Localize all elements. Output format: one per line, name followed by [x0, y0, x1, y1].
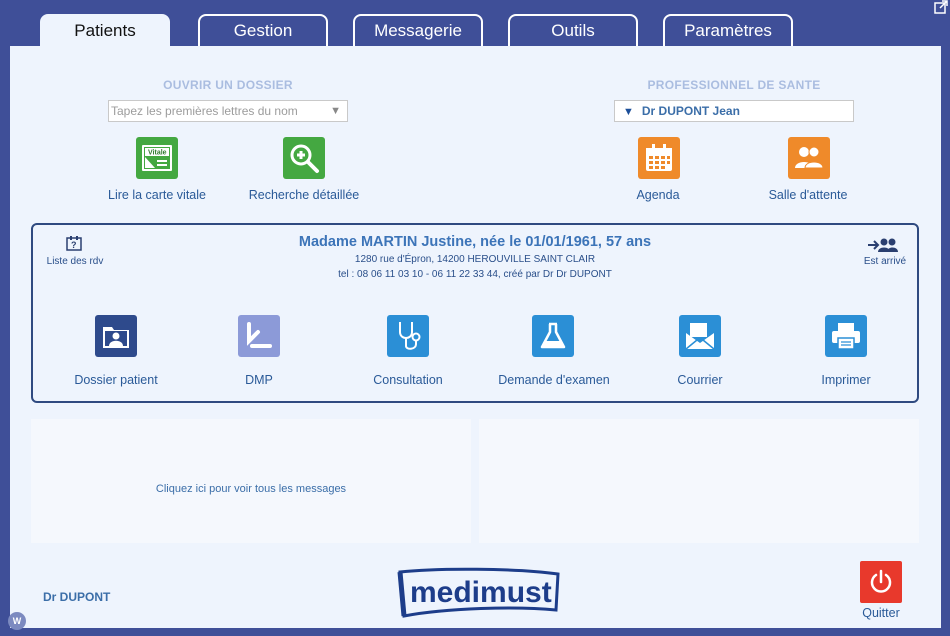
read-vitale-label[interactable]: Lire la carte vitale: [92, 188, 222, 202]
tab-parametres[interactable]: Paramètres: [663, 14, 793, 47]
current-patient-card: ? Liste des rdv Madame MARTIN Justine, n…: [31, 223, 919, 403]
exam-request-label[interactable]: Demande d'examen: [483, 373, 625, 387]
patient-file-label[interactable]: Dossier patient: [55, 373, 177, 387]
consultation-label[interactable]: Consultation: [348, 373, 468, 387]
logo-text: medimust: [410, 576, 552, 609]
dmp-icon[interactable]: [238, 315, 280, 357]
messages-panel[interactable]: Cliquez ici pour voir tous les messages: [31, 419, 471, 543]
professional-select[interactable]: ▼ Dr DUPONT Jean: [614, 100, 854, 122]
w-badge[interactable]: W: [8, 612, 26, 630]
dropdown-arrow-icon: ▼: [623, 106, 634, 118]
waiting-room-label[interactable]: Salle d'attente: [748, 188, 868, 202]
patient-phone: tel : 08 06 11 03 10 - 06 11 22 33 44, c…: [338, 269, 612, 280]
tab-messagerie[interactable]: Messagerie: [353, 14, 483, 47]
patient-address: 1280 rue d'Épron, 14200 HEROUVILLE SAINT…: [354, 254, 596, 265]
waiting-room-icon[interactable]: [788, 137, 830, 179]
envelope-icon[interactable]: [679, 315, 721, 357]
empty-panel: [479, 419, 919, 543]
current-user: Dr DUPONT: [43, 590, 111, 604]
search-placeholder: Tapez les premières lettres du nom: [111, 104, 298, 118]
quit-label[interactable]: Quitter: [850, 606, 912, 620]
tab-outils[interactable]: Outils: [508, 14, 638, 47]
patient-folder-icon[interactable]: [95, 315, 137, 357]
professional-selected: Dr DUPONT Jean: [641, 104, 740, 118]
patient-name: Madame MARTIN Justine, née le 01/01/1961…: [298, 234, 652, 250]
magnify-plus-icon[interactable]: [283, 137, 325, 179]
view-messages-link[interactable]: Cliquez ici pour voir tous les messages: [31, 483, 471, 495]
vitale-badge-text: Vitale: [148, 150, 167, 157]
calendar-icon[interactable]: [638, 137, 680, 179]
patient-search-input[interactable]: Tapez les premières lettres du nom ▼: [108, 100, 348, 122]
mail-label[interactable]: Courrier: [650, 373, 750, 387]
print-label[interactable]: Imprimer: [796, 373, 896, 387]
dropdown-arrow-icon[interactable]: ▼: [330, 101, 341, 121]
printer-icon[interactable]: [825, 315, 867, 357]
patient-arrived-link[interactable]: Est arrivé: [853, 256, 917, 267]
stethoscope-icon[interactable]: [387, 315, 429, 357]
detailed-search-label[interactable]: Recherche détaillée: [234, 188, 374, 202]
tab-gestion[interactable]: Gestion: [198, 14, 328, 47]
popout-icon[interactable]: [934, 0, 948, 14]
tab-patients[interactable]: Patients: [40, 14, 170, 48]
professional-title: PROFESSIONNEL DE SANTE: [647, 78, 821, 92]
flask-icon[interactable]: [532, 315, 574, 357]
agenda-label[interactable]: Agenda: [618, 188, 698, 202]
power-icon: [870, 569, 892, 593]
patients-panel: OUVRIR UN DOSSIER Tapez les premières le…: [10, 46, 941, 628]
vitale-card-icon[interactable]: Vitale: [136, 137, 178, 179]
medimust-logo: medimust: [397, 567, 560, 618]
dmp-label[interactable]: DMP: [219, 373, 299, 387]
quit-button[interactable]: [860, 561, 902, 603]
open-file-title: OUVRIR UN DOSSIER: [163, 78, 293, 92]
arrived-icon[interactable]: [867, 237, 899, 253]
